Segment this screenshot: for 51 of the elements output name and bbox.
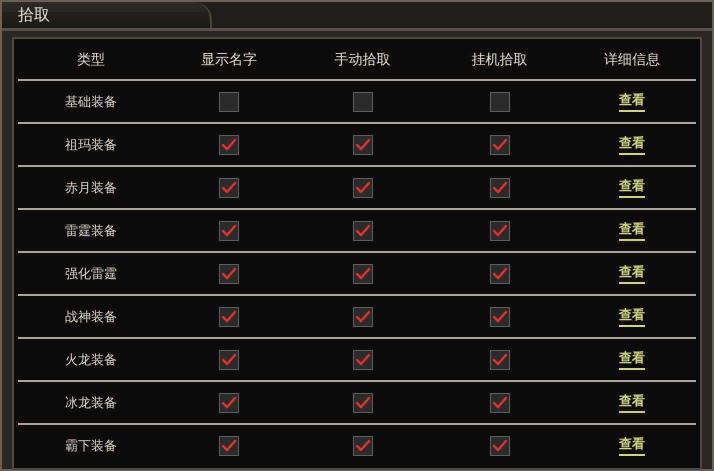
view-link[interactable]: 查看	[619, 134, 645, 155]
checkbox[interactable]	[352, 178, 372, 198]
column-header: 显示名字	[201, 51, 257, 69]
checkbox[interactable]	[352, 220, 372, 240]
checkbox[interactable]	[490, 436, 510, 456]
column-header: 类型	[77, 51, 105, 69]
equipment-type: 雷霆装备	[65, 222, 117, 240]
view-link[interactable]: 查看	[619, 435, 645, 456]
view-link[interactable]: 查看	[619, 91, 645, 112]
equipment-type: 赤月装备	[65, 180, 117, 196]
view-link[interactable]: 查看	[619, 306, 645, 327]
view-link[interactable]: 查看	[619, 349, 645, 370]
equipment-type: 基础装备	[65, 94, 117, 110]
checkbox[interactable]	[219, 306, 239, 326]
checkbox[interactable]	[219, 92, 239, 112]
checkbox[interactable]	[219, 264, 239, 284]
checkbox[interactable]	[219, 134, 239, 154]
column-header: 手动拾取	[334, 51, 390, 69]
checkbox[interactable]	[490, 350, 510, 370]
column-header: 挂机拾取	[472, 51, 528, 69]
checkbox[interactable]	[352, 350, 372, 370]
equipment-type: 强化雷霆	[65, 266, 117, 282]
equipment-type: 火龙装备	[65, 352, 117, 368]
checkbox[interactable]	[352, 134, 372, 154]
checkbox[interactable]	[352, 306, 372, 326]
checkbox[interactable]	[352, 392, 372, 412]
equipment-type: 战神装备	[65, 308, 117, 326]
view-link[interactable]: 查看	[619, 263, 645, 284]
checkbox[interactable]	[490, 134, 510, 154]
checkbox[interactable]	[219, 436, 239, 456]
checkbox[interactable]	[219, 350, 239, 370]
checkbox[interactable]	[490, 92, 510, 112]
checkbox[interactable]	[490, 306, 510, 326]
checkbox[interactable]	[352, 92, 372, 112]
equipment-type: 冰龙装备	[65, 394, 117, 412]
checkbox[interactable]	[219, 392, 239, 412]
checkbox[interactable]	[219, 220, 239, 240]
checkbox[interactable]	[352, 264, 372, 284]
view-link[interactable]: 查看	[619, 392, 645, 413]
column-header: 详细信息	[604, 51, 660, 69]
equipment-type: 霸下装备	[65, 438, 117, 454]
view-link[interactable]: 查看	[619, 177, 645, 198]
checkbox[interactable]	[490, 220, 510, 240]
checkbox[interactable]	[352, 436, 372, 456]
checkbox[interactable]	[490, 264, 510, 284]
checkbox[interactable]	[219, 178, 239, 198]
window-title: 拾取	[18, 4, 50, 26]
checkbox[interactable]	[490, 392, 510, 412]
view-link[interactable]: 查看	[619, 220, 645, 241]
equipment-type: 祖玛装备	[65, 136, 117, 154]
checkbox[interactable]	[490, 178, 510, 198]
